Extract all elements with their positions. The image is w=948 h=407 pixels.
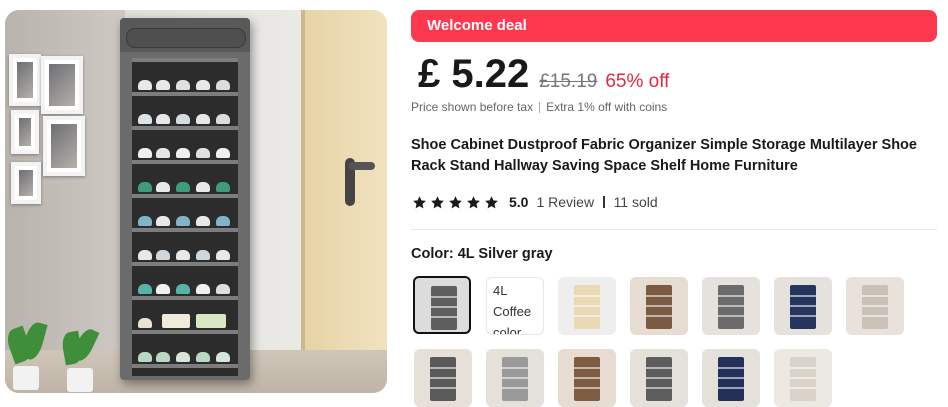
broken-image-icon: 4L Coffee color (493, 283, 532, 335)
variant-thumb[interactable] (846, 277, 904, 335)
reviews-link[interactable]: 1 Review (536, 194, 594, 210)
variant-thumb[interactable]: 4L Coffee color (486, 277, 544, 335)
star-icon (485, 195, 498, 208)
rack-thumbnail-icon (431, 286, 457, 330)
variant-thumb-selected[interactable] (413, 276, 471, 334)
cabinet-cover-roll (126, 28, 246, 48)
variant-thumb[interactable] (630, 349, 688, 407)
wall-picture-frame (41, 56, 83, 114)
variant-thumb[interactable] (630, 277, 688, 335)
variant-thumb[interactable] (774, 349, 832, 407)
rack-thumbnail-icon (646, 357, 672, 401)
price-notes: Price shown before tax Extra 1% off with … (411, 100, 667, 114)
variant-thumb[interactable] (414, 349, 472, 407)
discount-percent: 65% off (605, 71, 670, 92)
rating-row: 5.0 1 Review 11 sold (412, 192, 658, 212)
rating-value: 5.0 (509, 194, 529, 210)
star-icon (449, 195, 462, 208)
rack-thumbnail-icon (718, 357, 744, 401)
wall-picture-frame (11, 162, 41, 204)
door-handle-bar (349, 162, 375, 170)
wall-picture-frame (9, 54, 41, 106)
current-price: £ 5.22 (418, 52, 530, 96)
rack-thumbnail-icon (574, 285, 600, 329)
sold-count: 11 sold (613, 194, 658, 210)
rack-thumbnail-icon (430, 357, 456, 401)
section-divider (411, 229, 937, 230)
price-row: £ 5.22 £15.19 65% off (418, 52, 669, 102)
variant-thumb[interactable] (558, 349, 616, 407)
star-icon (467, 195, 480, 208)
plant-pot (13, 366, 39, 390)
notes-divider (539, 102, 541, 114)
plant-pot (67, 368, 93, 392)
variant-thumb[interactable] (558, 277, 616, 335)
variant-thumb[interactable] (702, 277, 760, 335)
rack-thumbnail-icon (862, 285, 888, 329)
wall-picture-frame (11, 110, 39, 154)
rack-thumbnail-icon (502, 357, 528, 401)
shoe-cabinet (120, 18, 250, 380)
rack-thumbnail-icon (790, 285, 816, 329)
rack-thumbnail-icon (574, 357, 600, 401)
variant-thumb[interactable] (702, 349, 760, 407)
tax-note: Price shown before tax (411, 100, 534, 114)
rating-divider (603, 196, 605, 208)
star-icon (413, 195, 426, 208)
rack-thumbnail-icon (790, 357, 816, 401)
rating-stars (412, 195, 499, 210)
coins-note[interactable]: Extra 1% off with coins (546, 100, 667, 114)
product-main-image[interactable] (5, 10, 387, 393)
original-price: £15.19 (539, 71, 598, 92)
wall-picture-frame (43, 116, 85, 176)
welcome-deal-banner: Welcome deal (411, 10, 937, 42)
cabinet-interior (132, 58, 238, 376)
variant-thumb[interactable] (486, 349, 544, 407)
product-title: Shoe Cabinet Dustproof Fabric Organizer … (411, 137, 917, 174)
rack-thumbnail-icon (646, 285, 672, 329)
star-icon (431, 195, 444, 208)
color-label: Color: 4L Silver gray (411, 246, 553, 262)
rack-thumbnail-icon (718, 285, 744, 329)
variant-thumb[interactable] (774, 277, 832, 335)
